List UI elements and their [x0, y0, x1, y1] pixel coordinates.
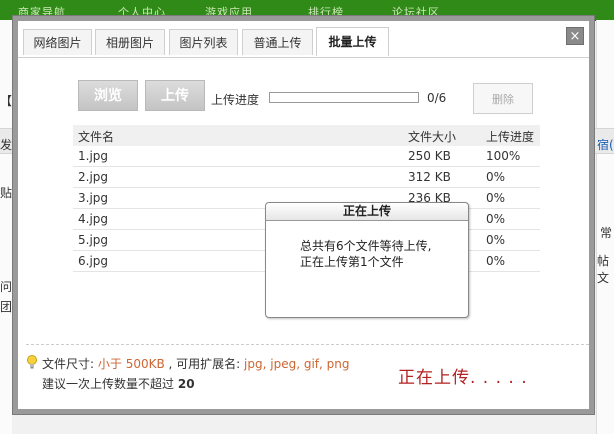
file-progress: 100% [486, 149, 521, 163]
header-filesize: 文件大小 [408, 130, 457, 144]
popup-line: 正在上传第1个文件 [300, 255, 404, 269]
close-icon: × [569, 29, 581, 44]
file-name: 5.jpg [78, 233, 109, 247]
tab-image-list[interactable]: 图片列表 [169, 29, 238, 55]
popup-title: 正在上传 [266, 203, 468, 221]
bg-fragment: 团 [0, 300, 13, 314]
file-progress: 0% [486, 191, 506, 205]
file-size: 250 KB [408, 149, 451, 163]
file-progress: 0% [486, 233, 506, 247]
delete-button[interactable]: 删除 [473, 83, 533, 114]
close-button[interactable]: × [566, 27, 584, 45]
browse-button[interactable]: 浏览 [78, 80, 138, 111]
hint-upload-count: 建议一次上传数量不超过 20 [42, 375, 195, 392]
hint-count-text: 建议一次上传数量不超过 [42, 377, 175, 391]
hint-size-label: 文件尺寸: [42, 357, 95, 371]
popup-line: 总共有6个文件等待上传, [300, 239, 432, 253]
bg-fragment: 宿( [597, 138, 614, 152]
hint-ext-label: , 可用扩展名: [168, 357, 241, 371]
header-progress: 上传进度 [486, 130, 535, 144]
file-progress: 0% [486, 254, 506, 268]
progress-label: 上传进度 [211, 93, 260, 107]
tab-web-images[interactable]: 网络图片 [23, 29, 92, 55]
table-header: 文件名 文件大小 上传进度 [73, 125, 540, 146]
file-name: 2.jpg [78, 170, 109, 184]
divider [26, 344, 589, 345]
upload-button[interactable]: 上传 [145, 80, 205, 111]
lightbulb-icon [27, 355, 37, 369]
tab-album-images[interactable]: 相册图片 [95, 29, 165, 55]
progress-bar [269, 92, 419, 103]
file-progress: 0% [486, 212, 506, 226]
hint-extensions: jpg, jpeg, gif, png [244, 357, 350, 371]
file-size: 312 KB [408, 170, 451, 184]
bg-fragment: 帖文 [597, 254, 610, 285]
uploading-popup: 正在上传 总共有6个文件等待上传, 正在上传第1个文件 [265, 202, 469, 318]
background-left-edge [0, 20, 12, 434]
progress-count: 0/6 [427, 91, 447, 105]
hint-count-value: 20 [177, 377, 195, 391]
tab-normal-upload[interactable]: 普通上传 [242, 29, 313, 55]
file-name: 3.jpg [78, 191, 109, 205]
bg-fragment: 常 [600, 226, 613, 240]
table-row[interactable]: 1.jpg 250 KB 100% [73, 146, 540, 167]
table-row[interactable]: 2.jpg 312 KB 0% [73, 167, 540, 188]
batch-upload-dialog: 网络图片 相册图片 图片列表 普通上传 批量上传 × 浏览 上传 上传进度 0/… [13, 16, 594, 414]
header-filename: 文件名 [78, 130, 115, 144]
hint-file-size: 文件尺寸: 小于 500KB , 可用扩展名: jpg, jpeg, gif, … [42, 355, 349, 372]
uploading-status-text: 正在上传. . . . . [398, 368, 528, 388]
tab-bar: 网络图片 相册图片 图片列表 普通上传 批量上传 × [18, 21, 589, 58]
file-name: 1.jpg [78, 149, 109, 163]
hint-size-limit: 小于 500KB [97, 357, 165, 371]
tab-batch-upload[interactable]: 批量上传 [316, 27, 389, 56]
popup-body: 总共有6个文件等待上传, 正在上传第1个文件 [300, 238, 431, 270]
file-progress: 0% [486, 170, 506, 184]
file-name: 6.jpg [78, 254, 109, 268]
file-name: 4.jpg [78, 212, 109, 226]
